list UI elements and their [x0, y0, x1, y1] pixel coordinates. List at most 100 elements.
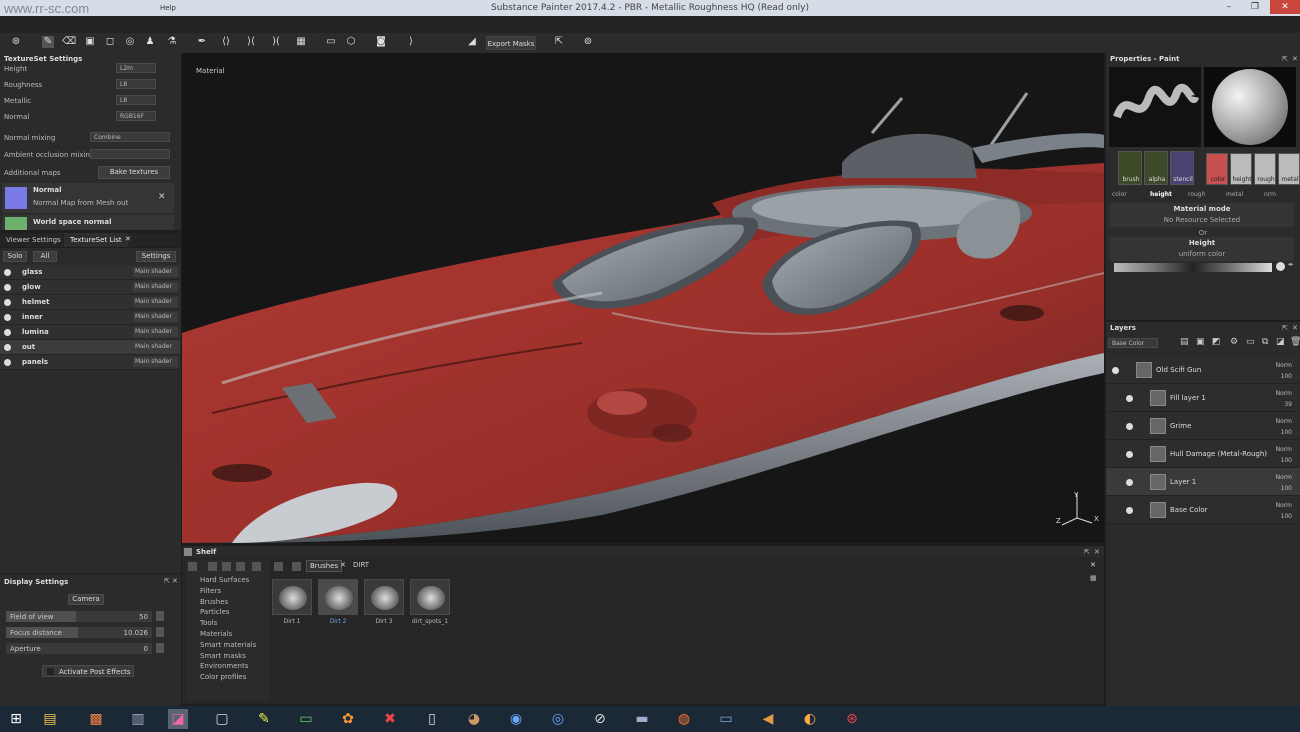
opacity-value[interactable]: 100	[1281, 513, 1292, 520]
keyframe-icon[interactable]	[156, 627, 164, 637]
channel-rough[interactable]: rough	[1254, 153, 1276, 185]
shader-select[interactable]: Main shader	[133, 282, 178, 292]
window-app-icon[interactable]: ▢	[212, 709, 232, 729]
shader-select[interactable]: Main shader	[133, 342, 178, 352]
float-panel-icon[interactable]: ⇱	[1282, 55, 1288, 63]
substance-painter-icon[interactable]: ◪	[168, 709, 188, 729]
substance-logo-icon[interactable]: ⊛	[10, 36, 22, 48]
additional-map-world-normal[interactable]: World space normal	[2, 215, 174, 230]
layer-row[interactable]: Layer 1 Norm 100	[1106, 468, 1300, 496]
clone-icon[interactable]: ♟	[144, 36, 156, 48]
remote-app-icon[interactable]: ◎	[548, 709, 568, 729]
settings-button[interactable]: Settings	[136, 251, 176, 262]
all-button[interactable]: All	[33, 251, 57, 262]
close-panel-icon[interactable]: ✕	[1292, 324, 1298, 332]
layer-row[interactable]: Old Scifi Gun Norm 100	[1106, 356, 1300, 384]
height-channel-box[interactable]: Height uniform color	[1110, 237, 1294, 261]
textureset-row[interactable]: panels Main shader	[0, 355, 180, 370]
blend-mode[interactable]: Norm	[1276, 390, 1292, 397]
export-icon[interactable]: ⇱	[553, 36, 565, 48]
media-app-icon[interactable]: ◉	[506, 709, 526, 729]
opacity-value[interactable]: 100	[1281, 429, 1292, 436]
shelf-category[interactable]: Tools	[200, 619, 217, 627]
fullscreen-icon[interactable]: ⟩	[405, 36, 417, 48]
delete-layer-icon[interactable]: 🗑	[1290, 337, 1300, 347]
shelf-category[interactable]: Smart materials	[200, 641, 256, 649]
shader-select[interactable]: Main shader	[133, 312, 178, 322]
tab-viewer-settings[interactable]: Viewer Settings	[6, 236, 61, 244]
brush-thumbnail[interactable]	[318, 579, 358, 615]
folder-icon[interactable]	[188, 562, 197, 571]
textureset-row[interactable]: lumina Main shader	[0, 325, 180, 340]
smudge-icon[interactable]: ◎	[124, 36, 136, 48]
clear-icon[interactable]: ◪	[1276, 337, 1285, 347]
shelf-category[interactable]: Filters	[200, 587, 221, 595]
textureset-row[interactable]: glass Main shader	[0, 265, 180, 280]
computer-icon[interactable]: ▬	[632, 709, 652, 729]
keyframe-icon[interactable]	[156, 611, 164, 621]
blend-mode[interactable]: Norm	[1276, 446, 1292, 453]
visibility-toggle-icon[interactable]	[1126, 479, 1133, 486]
import-icon[interactable]	[222, 562, 231, 571]
blend-mode[interactable]: Norm	[1276, 502, 1292, 509]
textureset-row[interactable]: helmet Main shader	[0, 295, 180, 310]
shader-select[interactable]: Main shader	[133, 297, 178, 307]
aperture-slider[interactable]: Aperture 0	[6, 643, 152, 654]
screenshot-icon[interactable]: ◙	[375, 36, 387, 48]
roughness-format-select[interactable]: L8	[116, 79, 156, 89]
float-panel-icon[interactable]: ⇱	[164, 577, 170, 585]
visibility-toggle-icon[interactable]	[4, 314, 11, 321]
color-app-icon[interactable]: ▩	[86, 709, 106, 729]
visibility-toggle-icon[interactable]	[1126, 395, 1133, 402]
document-icon[interactable]: ▯	[422, 709, 442, 729]
terminal-icon[interactable]: ▭	[296, 709, 316, 729]
visibility-toggle-icon[interactable]	[4, 359, 11, 366]
polygon-fill-icon[interactable]: ◻	[104, 36, 116, 48]
file-explorer-icon[interactable]: ▤	[40, 709, 60, 729]
add-layer-icon[interactable]: ▤	[1180, 337, 1189, 347]
channel-tab-nrm[interactable]: nrm	[1264, 191, 1276, 198]
channel-select[interactable]: Base Color	[1108, 338, 1158, 348]
visibility-toggle-icon[interactable]	[1126, 507, 1133, 514]
shader-select[interactable]: Main shader	[133, 267, 178, 277]
height-value-slider[interactable]	[1114, 263, 1272, 272]
shelf-category[interactable]: Brushes	[200, 598, 228, 606]
projection-icon[interactable]: ▣	[84, 36, 96, 48]
ao-mixing-select[interactable]	[90, 149, 170, 159]
fov-slider[interactable]: Field of view 50	[6, 611, 152, 622]
channel-tab-color[interactable]: color	[1112, 191, 1127, 198]
opacity-value[interactable]: 39	[1284, 401, 1292, 408]
layer-row[interactable]: Fill layer 1 Norm 39	[1106, 384, 1300, 412]
keyframe-icon[interactable]	[156, 643, 164, 653]
textureset-row[interactable]: out Main shader	[0, 340, 180, 355]
blend-mode[interactable]: Norm	[1276, 362, 1292, 369]
layer-blend-opacity[interactable]: Norm 100	[1276, 472, 1292, 494]
close-panel-icon[interactable]: ✕	[172, 577, 178, 585]
channel-tab-metal[interactable]: metal	[1226, 191, 1243, 198]
3d-view-icon[interactable]: ⬡	[345, 36, 357, 48]
minimize-button[interactable]: –	[1218, 0, 1240, 14]
channel-tab-rough[interactable]: rough	[1188, 191, 1205, 198]
close-tab-icon[interactable]: ✕	[125, 235, 131, 243]
shelf-category[interactable]: Particles	[200, 608, 230, 616]
visibility-toggle-icon[interactable]	[1112, 367, 1119, 374]
duplicate-icon[interactable]: ⧉	[1262, 337, 1268, 347]
brush-thumbnail[interactable]	[272, 579, 312, 615]
chrome-icon[interactable]: ◐	[800, 709, 820, 729]
slot-brush[interactable]: brush	[1118, 151, 1142, 185]
settings-icon[interactable]	[252, 562, 261, 571]
float-panel-icon[interactable]: ⇱	[1084, 548, 1090, 556]
brush-thumbnail[interactable]	[410, 579, 450, 615]
close-tab-icon[interactable]: ✕	[340, 561, 346, 569]
visibility-toggle-icon[interactable]	[4, 284, 11, 291]
paint-brush-icon[interactable]: ✎	[42, 36, 54, 48]
tab-textureset-list[interactable]: TextureSet List	[64, 233, 128, 247]
grid-view-icon[interactable]: ▦	[1090, 574, 1097, 582]
add-folder-icon[interactable]: ▭	[1246, 337, 1255, 347]
height-format-select[interactable]: L2m	[116, 63, 156, 73]
camera-icon[interactable]: ▭	[325, 36, 337, 48]
channel-tab-height[interactable]: height	[1150, 191, 1172, 198]
mask-icon[interactable]: ◢	[466, 36, 478, 48]
maximize-button[interactable]: ❐	[1244, 0, 1266, 14]
material-picker-icon[interactable]: ⚗	[166, 36, 178, 48]
